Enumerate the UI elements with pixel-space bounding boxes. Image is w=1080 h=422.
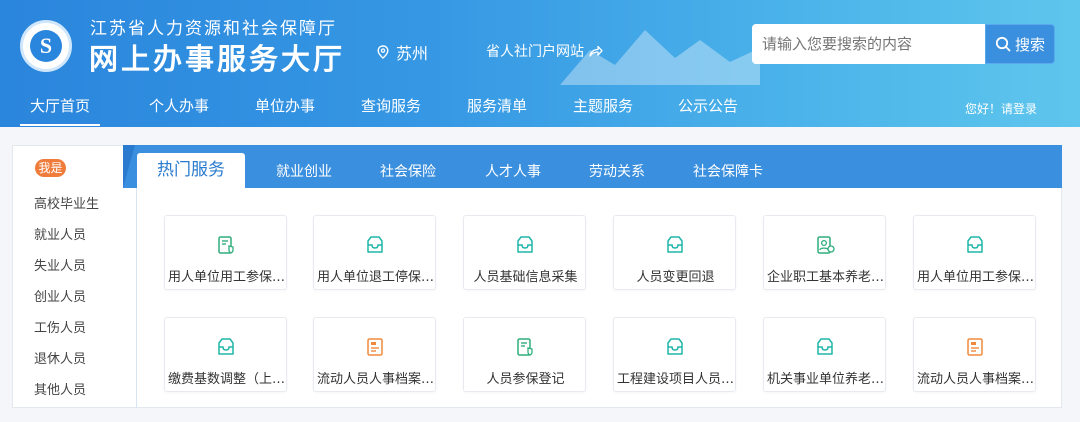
inbox-icon xyxy=(967,236,983,253)
identity-badge: 我是 xyxy=(35,159,66,177)
sidebar-item-injured[interactable]: 工伤人员 xyxy=(34,317,86,336)
sidebar-item-graduates[interactable]: 高校毕业生 xyxy=(34,193,99,212)
search-button[interactable]: 搜索 xyxy=(985,24,1055,64)
tab-social-security-card[interactable]: 社会保障卡 xyxy=(693,161,763,181)
nav-personal-affairs[interactable]: 个人办事 xyxy=(149,95,209,116)
search-box: 搜索 xyxy=(752,24,1055,64)
share-arrow-icon xyxy=(589,45,603,57)
inbox-icon xyxy=(667,236,683,253)
identity-sidebar: 我是 高校毕业生 就业人员 失业人员 创业人员 工伤人员 退休人员 其他人员 xyxy=(12,145,136,408)
document-shield-icon xyxy=(218,236,234,254)
document-shield-icon xyxy=(517,338,533,356)
inbox-icon xyxy=(517,236,533,253)
logo-letter: S xyxy=(39,33,53,58)
tab-notch-decoration xyxy=(123,145,135,188)
nav-query-service[interactable]: 查询服务 xyxy=(361,95,421,116)
portal-label: 省人社门户网站 xyxy=(486,44,584,60)
service-card[interactable]: 工程建设项目人员… xyxy=(613,317,736,392)
map-pin-icon xyxy=(377,45,389,59)
service-card-label: 用人单位用工参保… xyxy=(167,270,285,285)
sidebar-item-unemployed[interactable]: 失业人员 xyxy=(34,255,86,274)
sidebar-item-retired[interactable]: 退休人员 xyxy=(34,348,86,367)
service-card-label: 用人单位退工停保… xyxy=(316,270,434,285)
service-card[interactable]: 人员变更回退 xyxy=(613,215,736,290)
service-card-label: 机关事业单位养老… xyxy=(766,372,884,387)
tab-talent-personnel[interactable]: 人才人事 xyxy=(485,161,541,181)
nav-active-indicator xyxy=(20,124,100,126)
service-card[interactable]: 人员参保登记 xyxy=(463,317,586,392)
service-card-label: 人员变更回退 xyxy=(636,270,715,285)
archive-card-icon xyxy=(967,338,983,356)
location-label: 苏州 xyxy=(396,44,429,63)
search-button-label: 搜索 xyxy=(1014,35,1045,54)
service-card[interactable]: 流动人员人事档案… xyxy=(913,317,1036,392)
inbox-icon xyxy=(817,338,833,355)
service-card[interactable]: 用人单位用工参保… xyxy=(164,215,287,290)
site-header: S 江苏省人力资源和社会保障厅 网上办事服务大厅 苏州 省人社门户网站 搜索 大… xyxy=(0,0,1080,127)
main-nav: 大厅首页 个人办事 单位办事 查询服务 服务清单 主题服务 公示公告 您好！请登… xyxy=(0,90,1080,127)
pension-doc-icon xyxy=(817,236,835,254)
hall-name: 网上办事服务大厅 xyxy=(89,42,346,76)
search-input[interactable] xyxy=(752,24,985,64)
inbox-icon xyxy=(218,338,234,355)
service-card[interactable]: 用人单位退工停保… xyxy=(313,215,436,290)
portal-link[interactable]: 省人社门户网站 xyxy=(486,41,603,61)
nav-service-list[interactable]: 服务清单 xyxy=(467,95,527,116)
service-card[interactable]: 企业职工基本养老… xyxy=(763,215,886,290)
tab-employment[interactable]: 就业创业 xyxy=(276,161,332,181)
nav-theme-service[interactable]: 主题服务 xyxy=(573,95,633,116)
service-card-label: 人员基础信息采集 xyxy=(473,270,578,285)
tab-labor-relations[interactable]: 劳动关系 xyxy=(589,161,645,181)
service-card-label: 流动人员人事档案… xyxy=(316,372,434,387)
location-selector[interactable]: 苏州 xyxy=(377,40,428,64)
tab-hot-services[interactable]: 热门服务 xyxy=(137,153,245,188)
service-card-label: 工程建设项目人员… xyxy=(616,372,734,387)
nav-home[interactable]: 大厅首页 xyxy=(30,95,90,116)
service-card[interactable]: 用人单位用工参保… xyxy=(913,215,1036,290)
sidebar-item-employed[interactable]: 就业人员 xyxy=(34,224,86,243)
logo-emblem[interactable]: S xyxy=(20,20,72,72)
service-card[interactable]: 机关事业单位养老… xyxy=(763,317,886,392)
archive-card-icon xyxy=(367,338,383,356)
service-card-label: 人员参保登记 xyxy=(486,372,565,387)
sidebar-item-others[interactable]: 其他人员 xyxy=(34,379,86,398)
inbox-icon xyxy=(667,338,683,355)
nav-unit-affairs[interactable]: 单位办事 xyxy=(255,95,315,116)
inbox-icon xyxy=(367,236,383,253)
login-link[interactable]: 您好！请登录 xyxy=(965,100,1037,117)
tab-social-insurance[interactable]: 社会保险 xyxy=(380,161,436,181)
service-card-label: 流动人员人事档案… xyxy=(916,372,1034,387)
nav-announcements[interactable]: 公示公告 xyxy=(678,95,738,116)
service-card[interactable]: 缴费基数调整（上… xyxy=(164,317,287,392)
service-card-label: 缴费基数调整（上… xyxy=(167,372,285,387)
service-card[interactable]: 流动人员人事档案… xyxy=(313,317,436,392)
service-card-label: 企业职工基本养老… xyxy=(766,270,884,285)
service-card[interactable]: 人员基础信息采集 xyxy=(463,215,586,290)
magnifier-icon xyxy=(995,36,1011,52)
sidebar-item-entrepreneurs[interactable]: 创业人员 xyxy=(34,286,86,305)
service-card-label: 用人单位用工参保… xyxy=(916,270,1034,285)
